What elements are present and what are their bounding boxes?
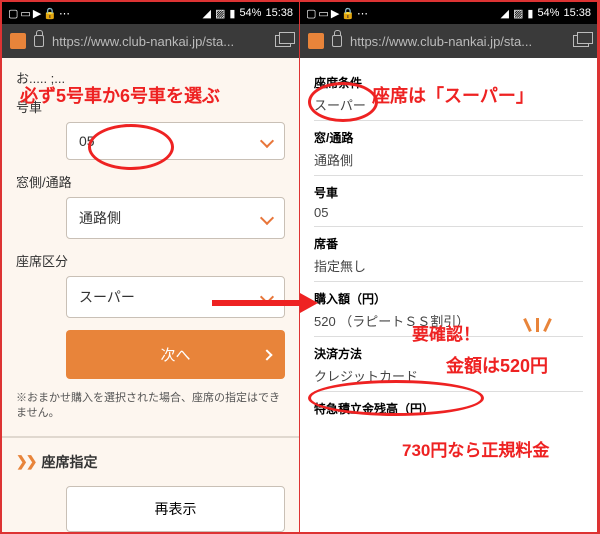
lock-icon xyxy=(34,35,44,47)
car-value: 05 xyxy=(79,133,95,149)
note-text: ※おまかせ購入を選択された場合、座席の指定はできません。 xyxy=(16,391,285,422)
signal-icon: ◢ xyxy=(501,7,509,20)
divider xyxy=(314,391,583,392)
status-icon: 🔒 xyxy=(341,7,355,20)
status-icon: 🔒 xyxy=(43,7,57,20)
chevron-right-icon xyxy=(261,349,272,360)
next-label: 次へ xyxy=(160,344,190,365)
battery-pct: 54% xyxy=(537,7,559,19)
side-label: 窓側/通路 xyxy=(16,172,285,191)
seat-value: 指定無し xyxy=(314,256,583,275)
tabs-icon[interactable] xyxy=(275,35,291,47)
divider xyxy=(314,120,583,121)
favicon-icon xyxy=(10,33,26,49)
battery-pct: 54% xyxy=(239,7,261,19)
amount-label: 購入額（円） xyxy=(314,290,583,307)
chevron-down-icon xyxy=(260,211,274,225)
side-select[interactable]: 通路側 xyxy=(66,197,285,239)
cond-value: スーパー xyxy=(314,95,583,114)
pay-label: 決済方法 xyxy=(314,345,583,362)
redisplay-button[interactable]: 再表示 xyxy=(66,486,285,532)
side-value: 通路側 xyxy=(79,208,121,228)
chevron-down-icon xyxy=(260,134,274,148)
class-select[interactable]: スーパー xyxy=(66,276,285,318)
side-label: 窓/通路 xyxy=(314,129,583,146)
no-sim-icon: ▨ xyxy=(215,7,225,20)
signal-icon: ◢ xyxy=(203,7,211,20)
status-bar: ▢ ▭ ▶ 🔒 ⋯ ◢ ▨ ▮ 54% 15:38 xyxy=(300,2,597,24)
status-icon: ▶ xyxy=(33,7,41,20)
cond-label: 座席条件 xyxy=(314,74,583,91)
next-button[interactable]: 次へ xyxy=(66,330,285,379)
status-icon: ⋯ xyxy=(59,7,70,20)
divider xyxy=(314,226,583,227)
divider xyxy=(314,336,583,337)
status-icon: ▢ xyxy=(8,7,18,20)
divider xyxy=(2,436,299,438)
status-icon: ⋯ xyxy=(357,7,368,20)
partial-text: お..... ;... xyxy=(16,68,285,87)
browser-bar: https://www.club-nankai.jp/sta... xyxy=(2,24,299,58)
side-value: 通路側 xyxy=(314,150,583,169)
url-text: https://www.club-nankai.jp/sta... xyxy=(52,34,267,49)
battery-icon: ▮ xyxy=(229,7,235,20)
status-icon: ▭ xyxy=(20,7,30,20)
no-sim-icon: ▨ xyxy=(513,7,523,20)
status-bar: ▢ ▭ ▶ 🔒 ⋯ ◢ ▨ ▮ 54% 15:38 xyxy=(2,2,299,24)
divider xyxy=(314,281,583,282)
class-value: スーパー xyxy=(79,287,135,307)
clock: 15:38 xyxy=(563,7,591,19)
redisplay-label: 再表示 xyxy=(155,501,197,517)
status-icon: ▶ xyxy=(331,7,339,20)
divider xyxy=(314,175,583,176)
seat-label: 席番 xyxy=(314,235,583,252)
battery-icon: ▮ xyxy=(527,7,533,20)
status-icon: ▢ xyxy=(306,7,316,20)
seat-section-label: 座席指定 xyxy=(41,452,97,472)
chevron-down-icon xyxy=(260,290,274,304)
amount-value: 520 （ラピートＳＳ割引） xyxy=(314,311,583,330)
pay-value: クレジットカード xyxy=(314,366,583,385)
balance-label: 特急積立金残高（円） xyxy=(314,400,583,417)
url-text: https://www.club-nankai.jp/sta... xyxy=(350,34,565,49)
car-select[interactable]: 05 xyxy=(66,122,285,160)
car-label: 号車 xyxy=(16,97,285,116)
car-value: 05 xyxy=(314,205,583,220)
favicon-icon xyxy=(308,33,324,49)
lock-icon xyxy=(332,35,342,47)
seat-section-header: ❯❯ 座席指定 xyxy=(16,452,285,472)
class-label: 座席区分 xyxy=(16,251,285,270)
double-chevron-icon: ❯❯ xyxy=(16,453,35,470)
browser-bar: https://www.club-nankai.jp/sta... xyxy=(300,24,597,58)
clock: 15:38 xyxy=(265,7,293,19)
car-label: 号車 xyxy=(314,184,583,201)
tabs-icon[interactable] xyxy=(573,35,589,47)
status-icon: ▭ xyxy=(318,7,328,20)
